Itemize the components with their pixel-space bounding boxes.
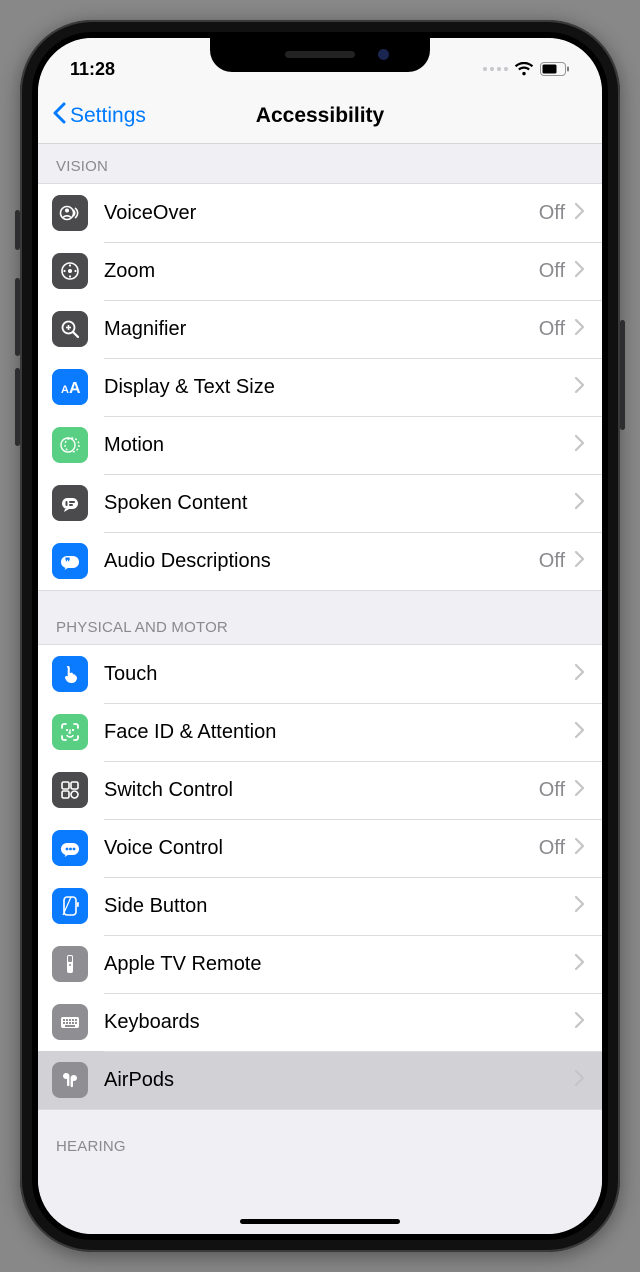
chevron-right-icon xyxy=(575,551,584,572)
row-label: Motion xyxy=(104,434,575,457)
row-detail: Off xyxy=(539,550,565,573)
chevron-right-icon xyxy=(575,493,584,514)
chevron-right-icon xyxy=(575,435,584,456)
voiceover-icon xyxy=(52,195,88,231)
row-detail: Off xyxy=(539,779,565,802)
chevron-right-icon xyxy=(575,203,584,224)
back-button[interactable]: Settings xyxy=(46,98,152,134)
volume-up-button[interactable] xyxy=(15,278,20,356)
chevron-right-icon xyxy=(575,780,584,801)
chevron-right-icon xyxy=(575,319,584,340)
touch-icon xyxy=(52,656,88,692)
battery-icon xyxy=(540,62,570,76)
row-label: Touch xyxy=(104,663,575,686)
settings-row-zoom[interactable]: ZoomOff xyxy=(38,242,602,300)
airpods-icon xyxy=(52,1062,88,1098)
nav-bar: Settings Accessibility xyxy=(38,88,602,144)
chevron-left-icon xyxy=(52,102,66,130)
vision-list: VoiceOverOffZoomOffMagnifierOffDisplay &… xyxy=(38,183,602,591)
row-label: Audio Descriptions xyxy=(104,550,539,573)
settings-row-motion[interactable]: Motion xyxy=(38,416,602,474)
mute-switch[interactable] xyxy=(15,210,20,250)
row-label: Switch Control xyxy=(104,779,539,802)
settings-row-audio-desc[interactable]: Audio DescriptionsOff xyxy=(38,532,602,590)
physical-list: TouchFace ID & AttentionSwitch ControlOf… xyxy=(38,644,602,1110)
power-button[interactable] xyxy=(620,320,625,430)
phone-frame: 11:28 Settings xyxy=(20,20,620,1252)
settings-content[interactable]: Vision VoiceOverOffZoomOffMagnifierOffDi… xyxy=(38,144,602,1234)
row-detail: Off xyxy=(539,837,565,860)
settings-row-side-button[interactable]: Side Button xyxy=(38,877,602,935)
row-detail: Off xyxy=(539,318,565,341)
row-label: Face ID & Attention xyxy=(104,721,575,744)
settings-row-keyboards[interactable]: Keyboards xyxy=(38,993,602,1051)
row-label: Display & Text Size xyxy=(104,376,575,399)
chevron-right-icon xyxy=(575,1070,584,1091)
spoken-icon xyxy=(52,485,88,521)
magnifier-icon xyxy=(52,311,88,347)
settings-row-touch[interactable]: Touch xyxy=(38,645,602,703)
row-label: Apple TV Remote xyxy=(104,953,575,976)
settings-row-display-text-size[interactable]: Display & Text Size xyxy=(38,358,602,416)
wifi-icon xyxy=(514,62,534,77)
chevron-right-icon xyxy=(575,377,584,398)
row-label: Zoom xyxy=(104,260,539,283)
row-label: Magnifier xyxy=(104,318,539,341)
chevron-right-icon xyxy=(575,838,584,859)
section-header-physical: Physical and Motor xyxy=(38,591,602,644)
settings-row-magnifier[interactable]: MagnifierOff xyxy=(38,300,602,358)
row-detail: Off xyxy=(539,202,565,225)
cellular-dots-icon xyxy=(483,67,508,71)
row-label: AirPods xyxy=(104,1069,575,1092)
chevron-right-icon xyxy=(575,722,584,743)
section-header-hearing: Hearing xyxy=(38,1110,602,1163)
status-time: 11:28 xyxy=(70,59,115,80)
back-label: Settings xyxy=(70,104,146,128)
settings-row-airpods[interactable]: AirPods xyxy=(38,1051,602,1109)
settings-row-appletv-remote[interactable]: Apple TV Remote xyxy=(38,935,602,993)
row-label: VoiceOver xyxy=(104,202,539,225)
chevron-right-icon xyxy=(575,954,584,975)
row-label: Spoken Content xyxy=(104,492,575,515)
voicectrl-icon xyxy=(52,830,88,866)
chevron-right-icon xyxy=(575,664,584,685)
textsize-icon xyxy=(52,369,88,405)
row-detail: Off xyxy=(539,260,565,283)
settings-row-switch-control[interactable]: Switch ControlOff xyxy=(38,761,602,819)
settings-row-faceid[interactable]: Face ID & Attention xyxy=(38,703,602,761)
volume-down-button[interactable] xyxy=(15,368,20,446)
settings-row-voiceover[interactable]: VoiceOverOff xyxy=(38,184,602,242)
atvremote-icon xyxy=(52,946,88,982)
zoom-icon xyxy=(52,253,88,289)
chevron-right-icon xyxy=(575,1012,584,1033)
faceid-icon xyxy=(52,714,88,750)
row-label: Side Button xyxy=(104,895,575,918)
section-header-vision: Vision xyxy=(38,144,602,183)
switch-icon xyxy=(52,772,88,808)
settings-row-spoken-content[interactable]: Spoken Content xyxy=(38,474,602,532)
home-indicator[interactable] xyxy=(240,1219,400,1224)
row-label: Voice Control xyxy=(104,837,539,860)
chevron-right-icon xyxy=(575,896,584,917)
motion-icon xyxy=(52,427,88,463)
keyboard-icon xyxy=(52,1004,88,1040)
chevron-right-icon xyxy=(575,261,584,282)
phone-notch xyxy=(210,38,430,72)
sidebutton-icon xyxy=(52,888,88,924)
audiodesc-icon xyxy=(52,543,88,579)
settings-row-voice-control[interactable]: Voice ControlOff xyxy=(38,819,602,877)
row-label: Keyboards xyxy=(104,1011,575,1034)
